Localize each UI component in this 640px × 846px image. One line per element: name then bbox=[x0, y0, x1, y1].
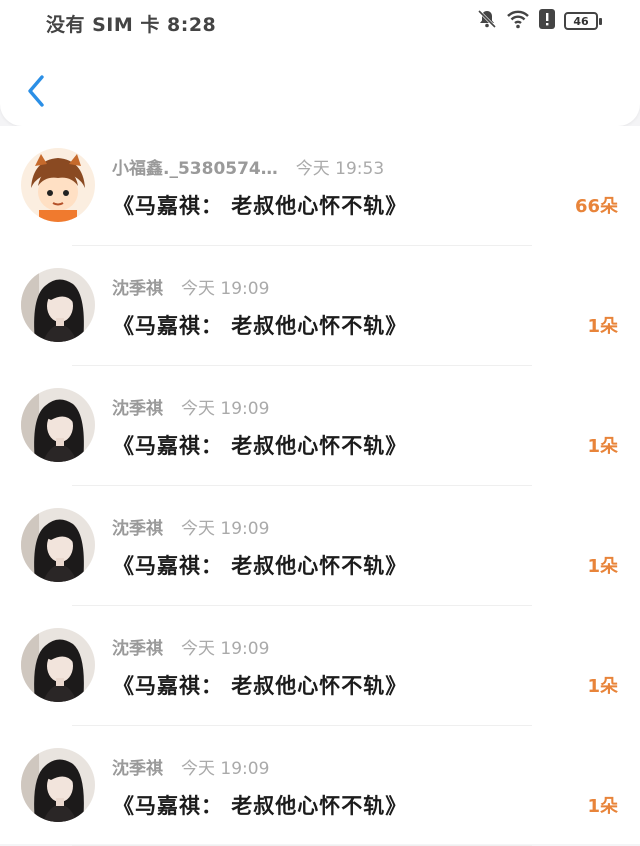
avatar[interactable] bbox=[21, 148, 95, 222]
item-title[interactable]: 《马嘉祺： 老叔他心怀不轨》 bbox=[113, 190, 407, 220]
user-name[interactable]: 沈季祺 bbox=[112, 394, 163, 419]
user-name[interactable]: 小福鑫._5380574… bbox=[112, 154, 278, 179]
item-meta: 沈季祺 今天 19:09 bbox=[112, 394, 269, 419]
user-name[interactable]: 沈季祺 bbox=[112, 514, 163, 539]
status-carrier-time: 没有 SIM 卡 8:28 bbox=[46, 14, 217, 36]
app-header: 没有 SIM 卡 8:28 46 bbox=[0, 0, 640, 126]
avatar[interactable] bbox=[21, 508, 95, 582]
user-name[interactable]: 沈季祺 bbox=[112, 274, 163, 299]
item-title[interactable]: 《马嘉祺： 老叔他心怀不轨》 bbox=[113, 790, 407, 820]
status-icons: 46 bbox=[476, 8, 602, 34]
flower-count: 1朵 bbox=[587, 676, 618, 697]
item-title[interactable]: 《马嘉祺： 老叔他心怀不轨》 bbox=[113, 550, 407, 580]
item-time: 今天 19:53 bbox=[295, 159, 385, 179]
item-meta: 沈季祺 今天 19:09 bbox=[112, 634, 269, 659]
item-time: 今天 19:09 bbox=[181, 759, 270, 779]
item-time: 今天 19:09 bbox=[181, 399, 270, 419]
flower-count: 1朵 bbox=[587, 556, 618, 577]
list-item-4[interactable]: 沈季祺 今天 19:09 《马嘉祺： 老叔他心怀不轨》 1朵 bbox=[0, 486, 640, 606]
flower-count: 1朵 bbox=[587, 316, 618, 337]
item-time: 今天 19:09 bbox=[181, 279, 270, 299]
list-item-1[interactable]: 小福鑫._5380574… 今天 19:53 《马嘉祺： 老叔他心怀不轨》 66… bbox=[0, 126, 640, 246]
item-title[interactable]: 《马嘉祺： 老叔他心怀不轨》 bbox=[113, 670, 407, 700]
avatar[interactable] bbox=[21, 268, 95, 342]
avatar[interactable] bbox=[21, 388, 95, 462]
gift-list: 小福鑫._5380574… 今天 19:53 《马嘉祺： 老叔他心怀不轨》 66… bbox=[0, 126, 640, 846]
chevron-left-icon bbox=[28, 75, 44, 107]
alert-icon bbox=[538, 8, 556, 34]
list-item-2[interactable]: 沈季祺 今天 19:09 《马嘉祺： 老叔他心怀不轨》 1朵 bbox=[0, 246, 640, 366]
item-title[interactable]: 《马嘉祺： 老叔他心怀不轨》 bbox=[113, 430, 407, 460]
item-meta: 沈季祺 今天 19:09 bbox=[112, 754, 269, 779]
item-meta: 沈季祺 今天 19:09 bbox=[112, 514, 269, 539]
item-time: 今天 19:09 bbox=[181, 639, 270, 659]
battery-icon: 46 bbox=[564, 12, 602, 30]
avatar[interactable] bbox=[21, 628, 95, 702]
flower-count: 1朵 bbox=[587, 436, 618, 457]
flower-count: 66朵 bbox=[574, 196, 618, 217]
status-bar: 没有 SIM 卡 8:28 46 bbox=[0, 0, 640, 44]
list-item-3[interactable]: 沈季祺 今天 19:09 《马嘉祺： 老叔他心怀不轨》 1朵 bbox=[0, 366, 640, 486]
user-name[interactable]: 沈季祺 bbox=[112, 754, 163, 779]
wifi-icon bbox=[506, 8, 530, 34]
item-time: 今天 19:09 bbox=[181, 519, 270, 539]
item-meta: 沈季祺 今天 19:09 bbox=[112, 274, 269, 299]
item-meta: 小福鑫._5380574… 今天 19:53 bbox=[112, 154, 384, 179]
list-item-5[interactable]: 沈季祺 今天 19:09 《马嘉祺： 老叔他心怀不轨》 1朵 bbox=[0, 606, 640, 726]
flower-count: 1朵 bbox=[587, 796, 618, 817]
list-item-6[interactable]: 沈季祺 今天 19:09 《马嘉祺： 老叔他心怀不轨》 1朵 bbox=[0, 726, 640, 846]
back-button[interactable] bbox=[20, 70, 52, 112]
avatar[interactable] bbox=[21, 748, 95, 822]
item-title[interactable]: 《马嘉祺： 老叔他心怀不轨》 bbox=[113, 310, 407, 340]
user-name[interactable]: 沈季祺 bbox=[112, 634, 163, 659]
bell-off-icon bbox=[476, 8, 498, 34]
